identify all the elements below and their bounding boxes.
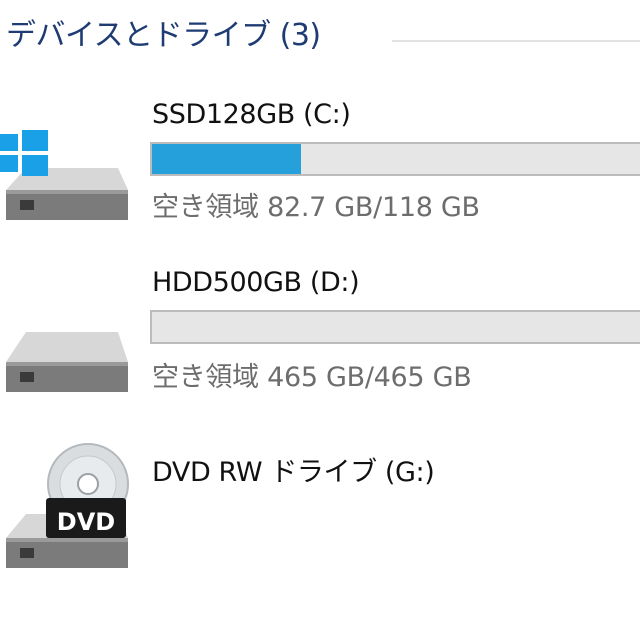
- drive-name: DVD RW ドライブ (G:): [152, 457, 435, 488]
- section-title[interactable]: デバイスとドライブ (3): [6, 16, 321, 56]
- free-space-value: 82.7 GB/118 GB: [267, 192, 480, 223]
- drive-name: SSD128GB (C:): [152, 99, 351, 130]
- devices-and-drives-header[interactable]: デバイスとドライブ (3): [0, 10, 640, 70]
- free-space-label: 空き領域: [152, 192, 259, 223]
- dvd-drive-icon: DVD: [0, 438, 132, 582]
- drive-item-d[interactable]: HDD500GB (D:) 空き領域 465 GB/465 GB: [0, 260, 640, 410]
- drive-item-g[interactable]: DVD DVD RW ドライブ (G:): [0, 430, 640, 590]
- file-explorer-devices-view: デバイスとドライブ (3) SSD128GB (C:) 空き領域 82.7 GB…: [0, 0, 640, 640]
- usage-bar: [150, 142, 640, 176]
- drive-item-c[interactable]: SSD128GB (C:) 空き領域 82.7 GB/118 GB: [0, 90, 640, 240]
- free-space-text: 空き領域 82.7 GB/118 GB: [152, 191, 480, 225]
- hard-drive-icon: [0, 300, 132, 404]
- section-divider: [392, 40, 640, 42]
- drive-name: HDD500GB (D:): [152, 267, 360, 298]
- free-space-label: 空き領域: [152, 362, 259, 393]
- usage-fill: [152, 144, 302, 174]
- windows-system-drive-icon: [0, 128, 132, 232]
- free-space-value: 465 GB/465 GB: [267, 362, 472, 393]
- usage-bar: [150, 310, 640, 344]
- dvd-badge-label: DVD: [56, 508, 116, 536]
- free-space-text: 空き領域 465 GB/465 GB: [152, 361, 472, 395]
